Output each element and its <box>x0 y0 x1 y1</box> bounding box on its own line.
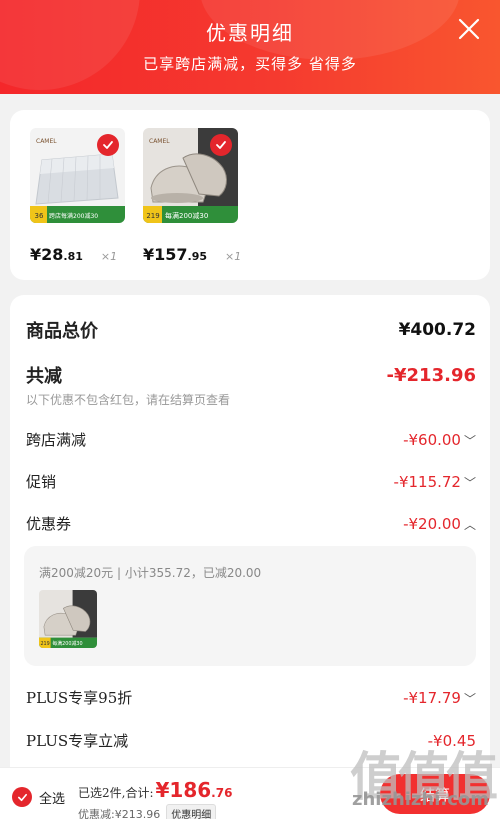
summary-amount: ¥186.76 <box>155 778 233 802</box>
plus-95-label: PLUS专享95折 <box>26 689 133 707</box>
total-reduce-value: -¥213.96 <box>386 364 476 386</box>
item-check[interactable] <box>97 134 119 156</box>
product-thumbnail[interactable]: 219 每满200减30 CAMEL <box>143 128 238 223</box>
item-price: ¥28.81 <box>30 245 83 264</box>
svg-text:跨店每满200减30: 跨店每满200减30 <box>49 212 98 220</box>
svg-text:每满200减30: 每满200减30 <box>52 640 82 647</box>
red-packet-note: 以下优惠不包含红包，请在结算页查看 <box>26 393 231 407</box>
checkout-bar: 全选 已选2件,合计: ¥186.76 优惠减:¥213.96 优惠明细 结算 <box>0 767 500 819</box>
total-price-value: ¥400.72 <box>398 320 476 340</box>
plus-direct-discount-row[interactable]: PLUS专享立减 -¥0.45 <box>26 730 476 751</box>
svg-text:CAMEL: CAMEL <box>36 138 57 145</box>
check-icon <box>17 793 27 801</box>
check-icon <box>216 141 226 149</box>
promotion-label: 促销 <box>26 473 57 491</box>
close-icon <box>458 18 480 40</box>
coupon-label: 优惠券 <box>26 515 72 533</box>
promotion-value: -¥115.72 ﹀ <box>393 472 476 491</box>
item-check[interactable] <box>210 134 232 156</box>
close-button[interactable] <box>456 16 482 42</box>
product-image: 219 每满200减30 <box>39 590 97 648</box>
goods-item[interactable]: 219 每满200减30 CAMEL ¥157.95 ×1 <box>143 128 253 264</box>
cross-store-value: -¥60.00 ﹀ <box>403 430 476 449</box>
svg-text:219: 219 <box>40 641 49 647</box>
svg-text:219: 219 <box>146 212 159 220</box>
select-all-label[interactable]: 全选 <box>39 788 65 807</box>
page-title: 优惠明细 <box>206 21 294 45</box>
chevron-down-icon: ﹀ <box>463 691 476 706</box>
summary-line: 已选2件,合计: ¥186.76 <box>78 778 232 802</box>
checkout-button[interactable]: 结算 <box>380 774 490 814</box>
plus-direct-value: -¥0.45 <box>427 731 476 750</box>
total-price-row: 商品总价 ¥400.72 <box>26 317 476 343</box>
item-price: ¥157.95 <box>143 245 208 264</box>
check-icon <box>103 141 113 149</box>
promotion-discount-row[interactable]: 促销 -¥115.72 ﹀ <box>26 471 476 492</box>
coupon-discount-row[interactable]: 优惠券 -¥20.00 ︿ <box>26 513 476 534</box>
goods-item[interactable]: 36 跨店每满200减30 CAMEL ¥28.81 ×1 <box>30 128 140 264</box>
svg-text:CAMEL: CAMEL <box>149 138 170 145</box>
plus-direct-label: PLUS专享立减 <box>26 732 129 750</box>
price-row: ¥157.95 ×1 <box>143 245 253 264</box>
item-quantity: ×1 <box>100 250 118 263</box>
plus-95-value: -¥17.79 ﹀ <box>403 688 476 707</box>
item-quantity: ×1 <box>225 250 242 263</box>
selected-goods-card: 36 跨店每满200减30 CAMEL ¥28.81 ×1 219 每满200减… <box>10 110 490 280</box>
page-subtitle: 已享跨店满减，买得多 省得多 <box>143 55 357 73</box>
chevron-down-icon: ﹀ <box>463 475 476 490</box>
coupon-description: 满200减20元 | 小计355.72，已减20.00 <box>39 566 262 580</box>
cross-store-label: 跨店满减 <box>26 431 87 449</box>
discount-detail-header: 优惠明细 已享跨店满减，买得多 省得多 <box>0 0 500 94</box>
svg-text:36: 36 <box>35 212 44 220</box>
chevron-down-icon: ﹀ <box>463 433 476 448</box>
price-row: ¥28.81 ×1 <box>30 245 140 264</box>
coupon-product-thumbnail[interactable]: 219 每满200减30 <box>39 590 97 648</box>
summary-text: 已选2件,合计: <box>78 786 154 800</box>
total-price-label: 商品总价 <box>26 321 98 342</box>
coupon-value: -¥20.00 ︿ <box>403 514 476 533</box>
discount-breakdown-card: 商品总价 ¥400.72 共减 -¥213.96 以下优惠不包含红包，请在结算页… <box>10 295 490 775</box>
total-reduce-label: 共减 <box>26 366 62 387</box>
total-reduce-row: 共减 -¥213.96 <box>26 362 476 388</box>
product-thumbnail[interactable]: 36 跨店每满200减30 CAMEL <box>30 128 125 223</box>
cross-store-discount-row[interactable]: 跨店满减 -¥60.00 ﹀ <box>26 429 476 450</box>
coupon-detail-panel: 满200减20元 | 小计355.72，已减20.00 219 每满200减30 <box>24 546 476 666</box>
discount-detail-tag[interactable]: 优惠明细 <box>166 804 217 819</box>
reduced-line: 优惠减:¥213.96 优惠明细 <box>78 804 217 819</box>
chevron-up-icon: ︿ <box>463 517 476 532</box>
reduced-text: 优惠减:¥213.96 <box>78 807 161 819</box>
select-all-checkbox[interactable] <box>12 787 32 807</box>
svg-text:每满200减30: 每满200减30 <box>165 211 208 220</box>
plus-95-discount-row[interactable]: PLUS专享95折 -¥17.79 ﹀ <box>26 687 476 708</box>
